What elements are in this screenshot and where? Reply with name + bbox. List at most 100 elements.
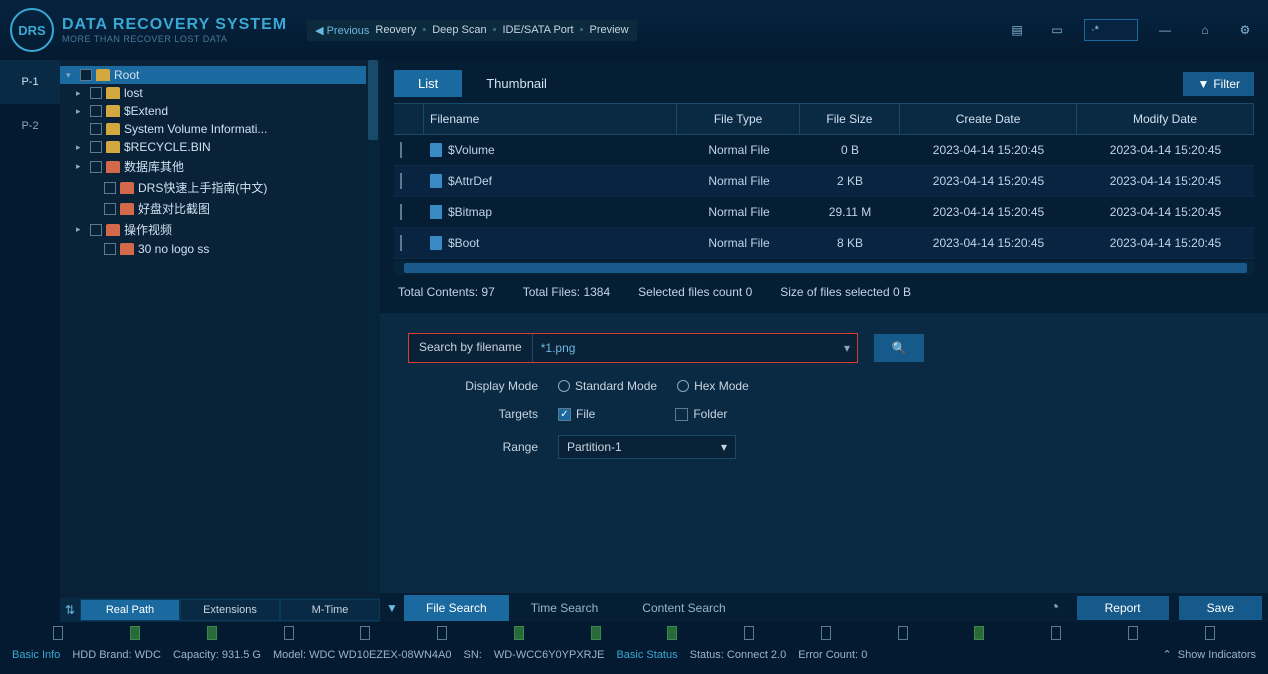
sort-icon[interactable]: ⇅ — [60, 603, 80, 617]
radio-hex-mode[interactable]: Hex Mode — [677, 379, 749, 393]
partition-tab-2[interactable]: P-2 — [0, 104, 60, 148]
cell-filesize: 2 KB — [800, 170, 900, 192]
bottom-tab-file-search[interactable]: File Search — [404, 595, 509, 621]
bottom-tab-time-search[interactable]: Time Search — [509, 595, 621, 621]
checkbox-folder[interactable]: Folder — [675, 407, 727, 421]
row-checkbox[interactable] — [400, 204, 402, 220]
battery-indicator — [437, 626, 447, 640]
table-row[interactable]: $VolumeNormal File0 B2023-04-14 15:20:45… — [394, 135, 1254, 166]
save-button[interactable]: Save — [1179, 596, 1262, 620]
breadcrumb-item[interactable]: Preview — [589, 24, 628, 36]
table-scrollbar[interactable] — [394, 261, 1254, 275]
tree-label: 30 no logo ss — [138, 242, 209, 256]
folder-icon — [120, 203, 134, 215]
tree-scrollbar[interactable] — [366, 60, 380, 592]
tree-item[interactable]: ▸$RECYCLE.BIN — [60, 138, 380, 156]
search-icon: 🔍 — [892, 341, 907, 355]
status: Status: Connect 2.0 — [690, 649, 787, 661]
search-dropdown-icon[interactable]: ▾ — [837, 334, 857, 362]
tree-item[interactable]: ▸$Extend — [60, 102, 380, 120]
breadcrumb-item[interactable]: Deep Scan — [432, 24, 486, 36]
file-icon — [430, 143, 442, 157]
tree-checkbox[interactable] — [80, 69, 92, 81]
checkbox-file[interactable]: ✓ File — [558, 407, 595, 421]
report-button[interactable]: Report — [1077, 596, 1169, 620]
expander-icon[interactable]: ▾ — [66, 70, 76, 81]
column-checkbox[interactable] — [394, 104, 424, 134]
expander-icon[interactable]: ▸ — [76, 224, 86, 235]
tree-item[interactable]: System Volume Informati... — [60, 120, 380, 138]
tree-checkbox[interactable] — [90, 123, 102, 135]
tree-item[interactable]: 好盘对比截图 — [60, 198, 380, 219]
home-icon[interactable]: ⌂ — [1192, 17, 1218, 43]
tree-checkbox[interactable] — [104, 243, 116, 255]
battery-indicator — [974, 626, 984, 640]
range-select[interactable]: Partition-1 ▾ — [558, 435, 736, 459]
cell-filesize: 29.11 M — [800, 201, 900, 223]
tree-checkbox[interactable] — [104, 203, 116, 215]
row-checkbox[interactable] — [400, 235, 402, 251]
bottom-tab-content-search[interactable]: Content Search — [620, 595, 747, 621]
tree-label: DRS快速上手指南(中文) — [138, 179, 267, 196]
tree-tab-mtime[interactable]: M-Time — [280, 599, 380, 621]
expander-icon[interactable]: ▸ — [76, 106, 86, 117]
tree-tab-extensions[interactable]: Extensions — [180, 599, 280, 621]
tree-tab-real-path[interactable]: Real Path — [80, 599, 180, 621]
tree-item[interactable]: ▸操作视频 — [60, 219, 380, 240]
briefcase-icon[interactable]: ▭ — [1044, 17, 1070, 43]
expander-icon[interactable]: ▸ — [76, 161, 86, 172]
folder-icon — [106, 161, 120, 173]
tree-item[interactable]: 30 no logo ss — [60, 240, 380, 258]
battery-indicator — [1128, 626, 1138, 640]
tree-checkbox[interactable] — [104, 182, 116, 194]
basic-status-label[interactable]: Basic Status — [616, 649, 677, 661]
expander-icon[interactable]: ▸ — [76, 88, 86, 99]
radio-standard-mode[interactable]: Standard Mode — [558, 379, 657, 393]
breadcrumb-item[interactable]: Reovery — [375, 24, 416, 36]
filter-button[interactable]: ▼ Filter — [1183, 72, 1254, 96]
tree-label: 好盘对比截图 — [138, 200, 210, 217]
view-tab-thumbnail[interactable]: Thumbnail — [462, 70, 571, 97]
tree-checkbox[interactable] — [90, 161, 102, 173]
table-row[interactable]: $BitmapNormal File29.11 M2023-04-14 15:2… — [394, 197, 1254, 228]
table-row[interactable]: $AttrDefNormal File2 KB2023-04-14 15:20:… — [394, 166, 1254, 197]
range-label: Range — [408, 440, 538, 454]
minimize-icon[interactable]: — — [1152, 17, 1178, 43]
tree-checkbox[interactable] — [90, 141, 102, 153]
tree-checkbox[interactable] — [90, 224, 102, 236]
collapse-icon[interactable]: ▼ — [386, 601, 404, 615]
header-search-input[interactable] — [1084, 19, 1138, 41]
column-filetype[interactable]: File Type — [677, 104, 799, 134]
tree-item[interactable]: ▸数据库其他 — [60, 156, 380, 177]
search-filename-input[interactable] — [533, 334, 837, 362]
show-indicators-button[interactable]: ⌃ Show Indicators — [1163, 648, 1256, 661]
inbox-icon[interactable]: ◔ — [1043, 596, 1067, 620]
battery-indicator — [1051, 626, 1061, 640]
server-icon[interactable]: ▤ — [1004, 17, 1030, 43]
cell-modify: 2023-04-14 15:20:45 — [1077, 139, 1254, 161]
basic-info-label[interactable]: Basic Info — [12, 649, 60, 661]
breadcrumb-item[interactable]: IDE/SATA Port — [503, 24, 574, 36]
row-checkbox[interactable] — [400, 142, 402, 158]
column-filesize[interactable]: File Size — [800, 104, 900, 134]
tree-item[interactable]: DRS快速上手指南(中文) — [60, 177, 380, 198]
search-button[interactable]: 🔍 — [874, 334, 924, 362]
tree-checkbox[interactable] — [90, 105, 102, 117]
folder-icon — [106, 87, 120, 99]
tree-item[interactable]: ▾Root — [60, 66, 380, 84]
partition-tab-1[interactable]: P-1 — [0, 60, 60, 104]
view-tab-list[interactable]: List — [394, 70, 462, 97]
folder-icon — [106, 123, 120, 135]
gear-icon[interactable]: ⚙ — [1232, 17, 1258, 43]
tree-checkbox[interactable] — [90, 87, 102, 99]
row-checkbox[interactable] — [400, 173, 402, 189]
column-create-date[interactable]: Create Date — [900, 104, 1077, 134]
column-modify-date[interactable]: Modify Date — [1077, 104, 1254, 134]
breadcrumb-previous[interactable]: ◀ Previous — [315, 24, 369, 37]
app-subtitle: MORE THAN RECOVER LOST DATA — [62, 34, 287, 44]
cell-filesize: 0 B — [800, 139, 900, 161]
tree-item[interactable]: ▸lost — [60, 84, 380, 102]
column-filename[interactable]: Filename — [424, 104, 677, 134]
expander-icon[interactable]: ▸ — [76, 142, 86, 153]
table-row[interactable]: $BootNormal File8 KB2023-04-14 15:20:452… — [394, 228, 1254, 259]
